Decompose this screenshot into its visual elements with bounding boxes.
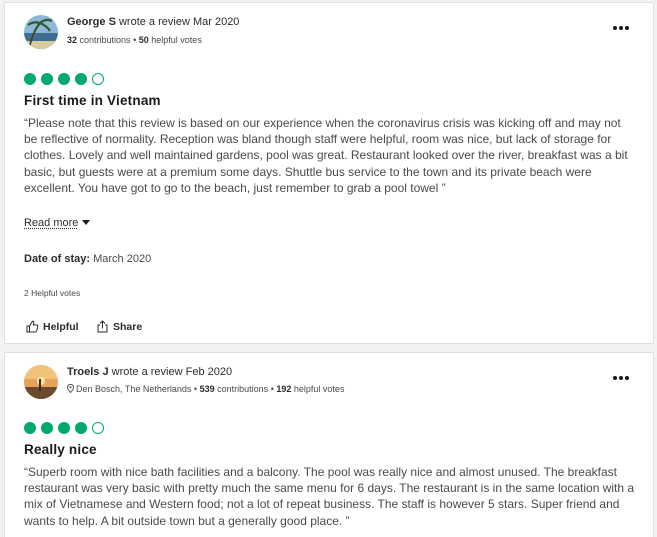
review-text: “Please note that this review is based o… [24,116,628,195]
rating-bubble-filled [24,422,36,434]
helpful-votes-count: 192 [276,384,292,394]
review-title[interactable]: First time in Vietnam [24,93,161,108]
helpful-button[interactable]: Helpful [26,320,79,333]
reviewer-meta: 32 contributions • 50 helpful votes [67,35,202,45]
rating-bubble-filled [74,73,87,85]
rating-bubble-filled [40,73,53,85]
review-action-text: wrote a review [111,366,183,378]
rating-bubble-filled [40,422,53,434]
review-date: Feb 2020 [185,366,233,378]
rating-bubble-filled [24,73,36,85]
more-options-icon[interactable] [613,17,633,30]
reviewer-meta: Den Bosch, The Netherlands • 539 contrib… [67,384,344,394]
reviewer-line: George S wrote a review Mar 2020 [67,16,239,28]
rating-bubbles [24,72,104,85]
review-date: Mar 2020 [192,16,240,28]
review-text: “Superb room with nice bath facilities a… [24,465,635,528]
meta-separator: • [193,384,198,394]
review-action-text: wrote a review [118,16,190,28]
helpful-votes-summary: 2 Helpful votes [24,288,81,298]
meta-separator: • [270,384,274,394]
helpful-votes-count: 50 [138,35,149,45]
reviewer-avatar[interactable] [24,15,58,49]
date-of-stay: Date of stay: March 2020 [24,253,151,265]
contributions-count: 32 [67,35,78,45]
reviewer-name[interactable]: Troels J [67,366,109,378]
read-more-label: Read more [24,217,79,229]
share-icon [97,320,108,333]
reviewer-line: Troels J wrote a review Feb 2020 [67,366,232,378]
location-pin-icon [67,384,74,393]
contributions-count: 539 [199,384,215,394]
meta-separator: • [133,35,137,45]
share-button-label: Share [113,321,143,333]
review-card: George S wrote a review Mar 2020 32 cont… [4,2,654,344]
rating-bubble-filled [57,422,70,434]
rating-bubble-filled [74,422,87,434]
thumbs-up-icon [26,320,39,333]
reviewer-avatar[interactable] [24,365,58,399]
rating-bubble-filled [57,73,70,85]
date-of-stay-label: Date of stay: [24,253,91,265]
more-options-icon[interactable] [613,367,633,380]
contributions-label: contributions [79,35,131,45]
caret-down-icon [82,220,91,225]
reviewer-location: Den Bosch, The Netherlands [76,384,192,394]
rating-bubbles [24,421,104,434]
read-more-link[interactable]: Read more [24,217,91,229]
helpful-votes-label: helpful votes [151,35,202,45]
review-card: Troels J wrote a review Feb 2020 Den Bos… [4,352,654,537]
helpful-button-label: Helpful [43,321,79,333]
rating-bubble-empty [91,73,104,85]
reviewer-name[interactable]: George S [67,16,116,28]
share-button[interactable]: Share [96,320,142,333]
review-title[interactable]: Really nice [24,442,97,457]
date-of-stay-value: March 2020 [93,253,152,265]
rating-bubble-empty [91,422,104,434]
contributions-label: contributions [217,384,269,394]
helpful-votes-label: helpful votes [293,384,345,394]
